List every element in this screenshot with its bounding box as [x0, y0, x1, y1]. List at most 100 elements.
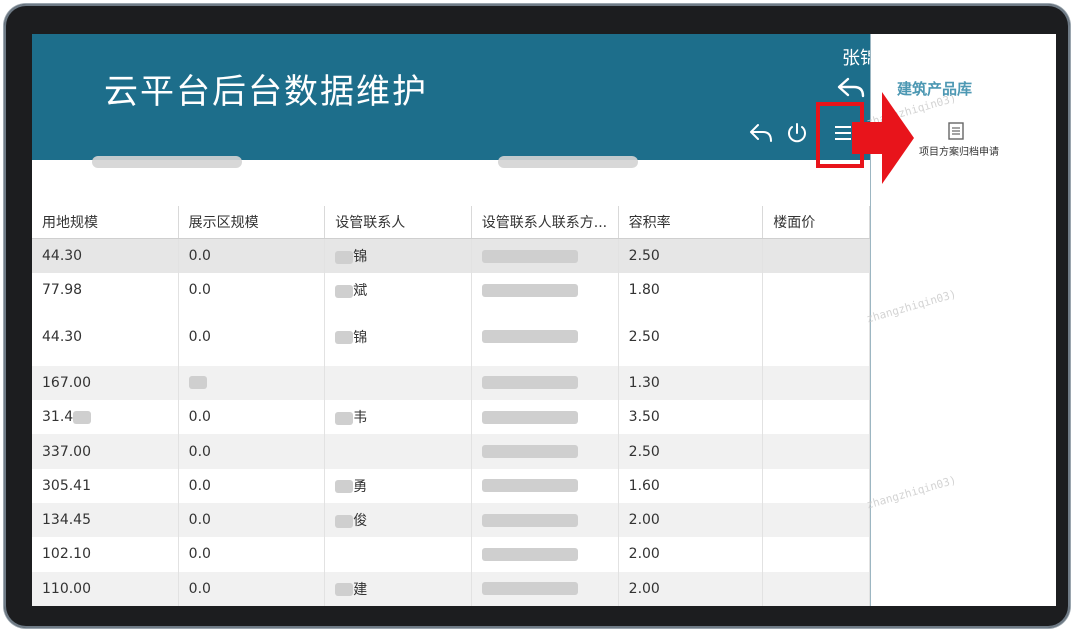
cell-land: 102.10: [32, 537, 179, 572]
cell-display: 0.0: [178, 307, 326, 366]
cell-land: 305.41: [32, 468, 179, 503]
contact-name: 勇: [353, 478, 368, 495]
column-header[interactable]: 用地规模: [32, 206, 179, 239]
cell-land: 337.00: [32, 434, 179, 469]
redacted: [188, 376, 207, 390]
blurred-banner: [92, 156, 242, 168]
cell-far: 2.00: [618, 537, 764, 572]
app-title: 云平台后台数据维护: [104, 72, 428, 112]
table-row[interactable]: 337.00 0.0 2.50: [32, 434, 870, 469]
cell-phone: [471, 273, 619, 308]
app-screen: 云平台后台数据维护 张锦 用地规模 展示区规模 设管联系人 设管联系人联系方..…: [32, 34, 1056, 606]
cell-phone: [471, 468, 619, 503]
column-header[interactable]: 楼面价: [762, 206, 870, 239]
column-header[interactable]: 容积率: [618, 206, 764, 239]
cell-price: [762, 503, 870, 538]
redacted: [335, 331, 354, 345]
cell-display: 0.0: [178, 571, 326, 606]
cell-far: 1.30: [618, 365, 764, 401]
cell-contact: 建: [324, 571, 472, 606]
cell-phone: [471, 238, 619, 274]
cell-phone: [471, 537, 619, 572]
table-header-row: 用地规模 展示区规模 设管联系人 设管联系人联系方... 容积率 楼面价: [32, 206, 870, 239]
cell-land: 110.00: [32, 571, 179, 606]
cell-price: [762, 400, 870, 435]
cell-display: 0.0: [178, 273, 326, 308]
archive-request-item[interactable]: 项目方案归档申请: [915, 146, 1003, 160]
cell-price: [762, 273, 870, 308]
cell-contact: 锦: [324, 238, 472, 274]
column-header[interactable]: 设管联系人联系方...: [471, 206, 619, 239]
table-row[interactable]: 44.30 0.0 锦 2.50: [32, 238, 870, 274]
table-row[interactable]: 134.45 0.0 俊 2.00: [32, 503, 870, 538]
cell-price: [762, 434, 870, 469]
cell-phone: [471, 400, 619, 435]
redacted: [481, 582, 578, 596]
cell-contact: 锦: [324, 307, 472, 366]
cell-land: 134.45: [32, 503, 179, 538]
contact-name: 建: [353, 581, 368, 598]
cell-display: 0.0: [178, 468, 326, 503]
contact-name: 俊: [353, 513, 368, 530]
cell-land: 44.30: [32, 307, 179, 366]
cell-display: 0.0: [178, 400, 326, 435]
power-icon[interactable]: [785, 121, 809, 145]
cell-phone: [471, 571, 619, 606]
redacted: [335, 411, 354, 425]
cell-land: 77.98: [32, 273, 179, 308]
redacted: [335, 583, 354, 597]
contact-name: 锦: [353, 329, 368, 346]
cell-far: 1.80: [618, 273, 764, 308]
redacted: [481, 330, 578, 344]
cell-land: 44.30: [32, 238, 179, 274]
cell-price: [762, 307, 870, 366]
redacted: [335, 514, 354, 528]
table-row[interactable]: 305.41 0.0 勇 1.60: [32, 468, 870, 503]
table-row[interactable]: 102.10 0.0 2.00: [32, 537, 870, 572]
red-arrow-icon: [852, 92, 914, 184]
cell-far: 3.50: [618, 400, 764, 435]
table-row[interactable]: 110.00 0.0 建 2.00: [32, 571, 870, 606]
redacted: [335, 250, 354, 264]
top-header: 云平台后台数据维护 张锦: [32, 34, 870, 160]
device-bezel: 云平台后台数据维护 张锦 用地规模 展示区规模 设管联系人 设管联系人联系方..…: [4, 4, 1070, 628]
redacted: [481, 410, 578, 424]
document-icon[interactable]: [947, 122, 965, 140]
redacted: [481, 283, 578, 297]
cell-phone: [471, 503, 619, 538]
cell-display: 0.0: [178, 238, 326, 274]
table-row[interactable]: 44.30 0.0 锦 2.50: [32, 307, 870, 366]
cell-land: 31.4: [32, 400, 179, 435]
cell-far: 2.50: [618, 238, 764, 274]
table-row[interactable]: 167.00 1.30: [32, 365, 870, 401]
redacted: [335, 284, 354, 298]
redacted: [73, 410, 92, 424]
column-header[interactable]: 设管联系人: [324, 206, 472, 239]
cell-contact: 俊: [324, 503, 472, 538]
redacted: [335, 480, 354, 494]
cell-display: [178, 365, 326, 401]
contact-name: 斌: [353, 283, 368, 300]
redacted: [481, 513, 578, 527]
watermark: zhangzhiqin03): [865, 287, 958, 326]
table-row[interactable]: 31.4 0.0 韦 3.50: [32, 400, 870, 435]
redacted: [481, 547, 578, 561]
back-arrow-icon[interactable]: [748, 122, 774, 144]
cell-contact: 勇: [324, 468, 472, 503]
cell-far: 2.00: [618, 571, 764, 606]
cell-phone: [471, 307, 619, 366]
table-row[interactable]: 77.98 0.0 斌 1.80: [32, 273, 870, 308]
cell-price: [762, 537, 870, 572]
land-value: 31.4: [42, 409, 74, 426]
cell-display: 0.0: [178, 503, 326, 538]
redacted: [481, 479, 578, 493]
redacted: [481, 445, 578, 459]
redacted: [481, 249, 578, 263]
contact-name: 锦: [353, 249, 368, 266]
cell-far: 2.00: [618, 503, 764, 538]
cell-price: [762, 468, 870, 503]
user-name[interactable]: 张锦: [842, 44, 870, 70]
cell-phone: [471, 434, 619, 469]
column-header[interactable]: 展示区规模: [178, 206, 326, 239]
cell-display: 0.0: [178, 434, 326, 469]
